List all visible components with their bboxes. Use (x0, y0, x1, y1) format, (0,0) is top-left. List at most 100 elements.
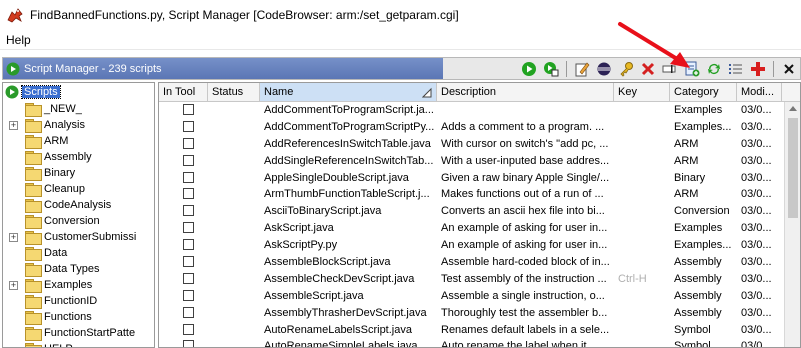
modified-cell: 03/0... (741, 222, 772, 235)
in-tool-checkbox[interactable] (183, 154, 194, 166)
rename-script-icon[interactable] (660, 59, 680, 79)
tree-item[interactable]: Data Types (3, 261, 154, 277)
delete-script-icon[interactable] (638, 59, 658, 79)
table-row[interactable]: AssembleScript.java Assemble a single ins… (159, 288, 800, 305)
in-tool-checkbox[interactable] (183, 340, 194, 347)
modified-cell: 03/0... (741, 104, 772, 116)
in-tool-checkbox[interactable] (183, 239, 194, 251)
folder-icon (25, 311, 42, 325)
in-tool-checkbox[interactable] (183, 256, 194, 268)
tree-item[interactable]: Functions (3, 309, 154, 325)
in-tool-checkbox[interactable] (183, 120, 194, 132)
column-header-modified[interactable]: Modi... (737, 83, 782, 101)
table-row[interactable]: AppleSingleDoubleScript.java Given a raw … (159, 170, 800, 187)
tree-item[interactable]: FunctionID (3, 293, 154, 309)
tree-item[interactable]: + Analysis (3, 117, 154, 133)
menu-help[interactable]: Help (0, 33, 37, 47)
expand-icon[interactable]: + (9, 280, 18, 290)
in-tool-checkbox[interactable] (183, 289, 194, 301)
tree-item[interactable]: _NEW_ (3, 101, 154, 117)
column-header-description[interactable]: Description (437, 83, 614, 101)
tree-root-label[interactable]: Scripts (21, 85, 61, 99)
folder-icon (25, 119, 42, 133)
run-script-icon[interactable] (519, 59, 539, 79)
name-cell: AssembleCheckDevScript.java (264, 272, 415, 285)
in-tool-checkbox[interactable] (183, 222, 194, 234)
table-row[interactable]: AutoRenameSimpleLabels.java Auto rename t… (159, 338, 800, 348)
description-cell: Test assembly of the instruction ... (441, 272, 607, 285)
script-directories-icon[interactable] (726, 59, 746, 79)
new-script-icon[interactable] (682, 59, 702, 79)
table-row[interactable]: AddCommentToProgramScriptPy... Adds a com… (159, 119, 800, 136)
table-row[interactable]: AssembleCheckDevScript.java Test assembly… (159, 271, 800, 288)
menubar: Help (0, 30, 801, 50)
table-row[interactable]: AsciiToBinaryScript.java Converts an asci… (159, 203, 800, 220)
tree-item[interactable]: ARM (3, 133, 154, 149)
expand-icon[interactable]: + (9, 232, 18, 242)
modified-cell: 03/0... (741, 323, 772, 336)
in-tool-cell (159, 288, 208, 305)
status-cell (208, 102, 260, 119)
vertical-scrollbar[interactable] (784, 102, 800, 347)
category-cell: Symbol (674, 323, 711, 336)
table-row[interactable]: AssemblyThrasherDevScript.java Thoroughly… (159, 305, 800, 322)
help-icon[interactable] (748, 59, 768, 79)
in-tool-checkbox[interactable] (183, 323, 194, 335)
run-last-script-icon[interactable] (541, 59, 561, 79)
close-icon[interactable] (779, 59, 799, 79)
table-row[interactable]: ArmThumbFunctionTableScript.j... Makes fu… (159, 186, 800, 203)
modified-cell: 03/0... (741, 340, 772, 348)
tree-item[interactable]: HELP (3, 341, 154, 347)
category-cell: Assembly (674, 272, 722, 285)
tree-item[interactable]: CodeAnalysis (3, 197, 154, 213)
key-cell (614, 237, 670, 254)
in-tool-checkbox[interactable] (183, 188, 194, 200)
column-header-category[interactable]: Category (670, 83, 737, 101)
key-cell (614, 102, 670, 119)
tree-item[interactable]: FunctionStartPatte (3, 325, 154, 341)
tree-root[interactable]: Scripts (3, 83, 154, 101)
eclipse-icon[interactable] (594, 59, 614, 79)
table-row[interactable]: AddReferencesInSwitchTable.java With curs… (159, 136, 800, 153)
in-tool-cell (159, 338, 208, 347)
in-tool-checkbox[interactable] (183, 272, 194, 284)
in-tool-checkbox[interactable] (183, 306, 194, 318)
tree-item-label: Functions (44, 311, 92, 323)
category-tree[interactable]: Scripts _NEW_ + Analysis ARM Assembly Binary C… (2, 82, 155, 348)
category-cell: Examples (674, 222, 723, 235)
tree-item-label: Analysis (44, 119, 85, 131)
in-tool-checkbox[interactable] (183, 104, 194, 115)
tree-item[interactable]: + Examples (3, 277, 154, 293)
table-row[interactable]: AddCommentToProgramScript.ja... Examples 0… (159, 102, 800, 119)
tree-item[interactable]: Data (3, 245, 154, 261)
in-tool-checkbox[interactable] (183, 137, 194, 149)
tree-item[interactable]: + CustomerSubmissi (3, 229, 154, 245)
column-header-key[interactable]: Key (614, 83, 670, 101)
table-row[interactable]: AutoRenameLabelsScript.java Renames defau… (159, 322, 800, 339)
column-header-name[interactable]: Name (260, 83, 437, 101)
refresh-icon[interactable] (704, 59, 724, 79)
table-row[interactable]: AskScriptPy.py An example of asking for u… (159, 237, 800, 254)
column-header-status[interactable]: Status (208, 83, 260, 101)
column-header-in-tool[interactable]: In Tool (159, 83, 208, 101)
folder-icon (25, 151, 42, 165)
in-tool-checkbox[interactable] (183, 205, 194, 217)
tree-item-label: Assembly (44, 151, 92, 163)
table-row[interactable]: AddSingleReferenceInSwitchTab... With a u… (159, 153, 800, 170)
table-row[interactable]: AssembleBlockScript.java Assemble hard-co… (159, 254, 800, 271)
tree-item[interactable]: Cleanup (3, 181, 154, 197)
scroll-thumb[interactable] (788, 118, 798, 218)
in-tool-checkbox[interactable] (183, 171, 194, 183)
edit-script-icon[interactable] (572, 59, 592, 79)
scripts-table[interactable]: In Tool Status Name Description Key Cate… (158, 82, 801, 348)
name-cell: AutoRenameSimpleLabels.java (264, 340, 418, 348)
name-cell: ArmThumbFunctionTableScript.j... (264, 188, 430, 201)
tree-item[interactable]: Conversion (3, 213, 154, 229)
tree-item[interactable]: Assembly (3, 149, 154, 165)
expand-icon[interactable]: + (9, 120, 18, 130)
key-binding-icon[interactable] (616, 59, 636, 79)
tree-item[interactable]: Binary (3, 165, 154, 181)
table-row[interactable]: AskScript.java An example of asking for u… (159, 220, 800, 237)
in-tool-cell (159, 203, 208, 220)
scroll-up-arrow-icon[interactable] (789, 106, 797, 111)
